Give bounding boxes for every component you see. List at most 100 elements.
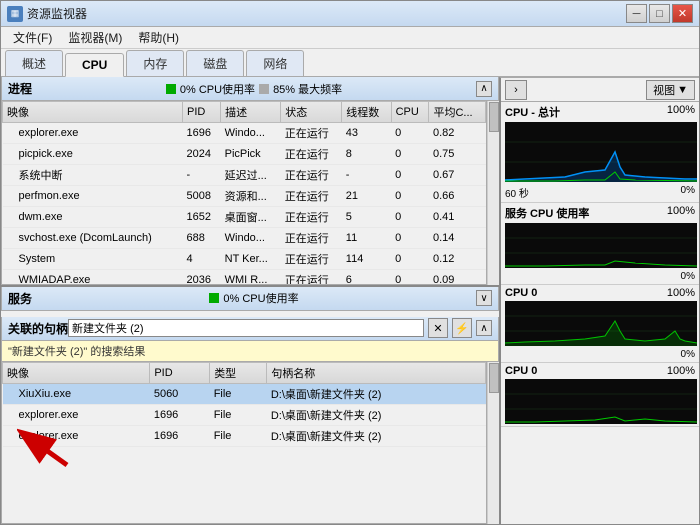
cpu-total-pct: 100%	[667, 104, 695, 120]
services-panel-status: 0% CPU使用率	[209, 290, 298, 306]
col-handle-pid[interactable]: PID	[150, 362, 210, 383]
handles-table-header: 映像 PID 类型 句柄名称	[3, 362, 486, 383]
col-handle-image[interactable]: 映像	[3, 362, 150, 383]
services-green-indicator	[209, 293, 219, 303]
process-table-header: 映像 PID 描述 状态 线程数 CPU 平均C...	[3, 102, 486, 123]
handles-scrollbar-thumb[interactable]	[489, 363, 499, 393]
handles-panel: 关联的句柄 ✕ ⚡ ∧ "新建文件夹 (2)" 的搜索结果	[1, 317, 499, 525]
service-cpu-section: 服务 CPU 使用率 100% 0%	[501, 203, 699, 285]
services-cpu-label: 0% CPU使用率	[223, 290, 298, 306]
table-row[interactable]: WMIADAP.exe2036WMI R...正在运行600.09	[3, 270, 486, 285]
window-title: 资源监视器	[27, 5, 626, 22]
cpu0-graph	[505, 301, 697, 346]
services-panel-title: 服务	[8, 290, 32, 307]
cpu0b-label: CPU 0 100%	[501, 363, 699, 379]
table-row[interactable]: 系统中断-延迟过...正在运行-00.67	[3, 165, 486, 186]
handles-panel-title: 关联的句柄	[8, 320, 68, 337]
tab-disk[interactable]: 磁盘	[186, 50, 244, 76]
tab-network[interactable]: 网络	[246, 50, 304, 76]
col-cpu[interactable]: CPU	[391, 102, 429, 123]
cpu-green-indicator	[166, 84, 176, 94]
tab-memory[interactable]: 内存	[126, 50, 184, 76]
menu-monitor[interactable]: 监视器(M)	[60, 27, 130, 48]
cpu-total-graph	[505, 122, 697, 182]
handles-table-area: 映像 PID 类型 句柄名称 XiuXiu.exe5060FileD:\桌面\新…	[1, 362, 499, 525]
titlebar-buttons: ─ □ ✕	[626, 4, 693, 23]
table-row[interactable]: explorer.exe1696FileD:\桌面\新建文件夹 (2)	[3, 425, 486, 446]
process-panel-header: 进程 0% CPU使用率 85% 最大频率 ∧	[1, 77, 499, 101]
services-collapse-button[interactable]: ∨	[476, 290, 492, 306]
close-button[interactable]: ✕	[672, 4, 693, 23]
handles-collapse-button[interactable]: ∧	[476, 320, 492, 336]
cpu-total-time: 60 秒	[505, 185, 529, 200]
view-button[interactable]: 视图 ▼	[646, 80, 695, 100]
col-handle-name[interactable]: 句柄名称	[267, 362, 486, 383]
content-area: 进程 0% CPU使用率 85% 最大频率 ∧ 映像	[1, 77, 699, 524]
search-clear-button[interactable]: ✕	[428, 318, 448, 338]
process-table-body: explorer.exe1696Windo...正在运行4300.82picpi…	[3, 123, 486, 285]
handles-search-input[interactable]	[68, 319, 424, 337]
table-row[interactable]: dwm.exe1652桌面窗...正在运行500.41	[3, 207, 486, 228]
cpu-total-label: CPU - 总计 100%	[501, 102, 699, 122]
max-freq-label: 85% 最大频率	[273, 81, 342, 97]
cpu-total-section: CPU - 总计 100%	[501, 102, 699, 203]
handles-table-body: XiuXiu.exe5060FileD:\桌面\新建文件夹 (2)explore…	[3, 383, 486, 446]
view-dropdown-icon: ▼	[677, 84, 688, 96]
process-collapse-button[interactable]: ∧	[476, 81, 492, 97]
maximize-button[interactable]: □	[649, 4, 670, 23]
process-table: 映像 PID 描述 状态 线程数 CPU 平均C... exp	[2, 101, 486, 285]
table-row[interactable]: XiuXiu.exe5060FileD:\桌面\新建文件夹 (2)	[3, 383, 486, 404]
process-scrollbar-thumb[interactable]	[489, 102, 499, 132]
titlebar: ▦ 资源监视器 ─ □ ✕	[1, 1, 699, 27]
col-threads[interactable]: 线程数	[342, 102, 391, 123]
col-avg-cpu[interactable]: 平均C...	[429, 102, 486, 123]
process-scrollbar[interactable]	[487, 101, 499, 285]
col-status[interactable]: 状态	[281, 102, 342, 123]
right-panel-header: › 视图 ▼	[501, 78, 699, 102]
process-panel-status: 0% CPU使用率 85% 最大频率	[166, 81, 342, 97]
app-icon: ▦	[7, 6, 23, 22]
service-cpu-zero: 0%	[681, 271, 695, 282]
table-row[interactable]: picpick.exe2024PicPick正在运行800.75	[3, 144, 486, 165]
process-panel: 进程 0% CPU使用率 85% 最大频率 ∧ 映像	[1, 77, 499, 287]
col-pid[interactable]: PID	[182, 102, 220, 123]
services-panel: 服务 0% CPU使用率 ∨	[1, 287, 499, 317]
service-cpu-pct: 100%	[667, 205, 695, 221]
col-image[interactable]: 映像	[3, 102, 183, 123]
cpu-total-footer: 60 秒 0%	[501, 184, 699, 202]
table-row[interactable]: explorer.exe1696Windo...正在运行4300.82	[3, 123, 486, 144]
cpu0-zero: 0%	[681, 349, 695, 360]
col-handle-type[interactable]: 类型	[210, 362, 267, 383]
handles-panel-header: 关联的句柄 ✕ ⚡ ∧	[1, 317, 499, 341]
services-panel-header: 服务 0% CPU使用率 ∨	[1, 287, 499, 311]
nav-back-button[interactable]: ›	[505, 80, 527, 100]
service-cpu-graph	[505, 223, 697, 268]
handles-table: 映像 PID 类型 句柄名称 XiuXiu.exe5060FileD:\桌面\新…	[2, 362, 486, 447]
tab-overview[interactable]: 概述	[5, 50, 63, 76]
table-row[interactable]: perfmon.exe5008资源和...正在运行2100.66	[3, 186, 486, 207]
tabbar: 概述 CPU 内存 磁盘 网络	[1, 49, 699, 77]
minimize-button[interactable]: ─	[626, 4, 647, 23]
cpu0b-graph	[505, 379, 697, 424]
left-panels: 进程 0% CPU使用率 85% 最大频率 ∧ 映像	[1, 77, 499, 524]
menu-file[interactable]: 文件(F)	[5, 27, 60, 48]
cpu0b-pct: 100%	[667, 365, 695, 377]
col-desc[interactable]: 描述	[221, 102, 281, 123]
tab-cpu[interactable]: CPU	[65, 53, 124, 77]
handles-scrollbar[interactable]	[487, 362, 499, 525]
right-panel: › 视图 ▼ CPU - 总计 100%	[499, 77, 699, 524]
menu-help[interactable]: 帮助(H)	[130, 27, 187, 48]
search-result-label: "新建文件夹 (2)" 的搜索结果	[1, 341, 499, 362]
main-window: ▦ 资源监视器 ─ □ ✕ 文件(F) 监视器(M) 帮助(H) 概述 CPU …	[0, 0, 700, 525]
table-row[interactable]: System4NT Ker...正在运行11400.12	[3, 249, 486, 270]
search-refresh-button[interactable]: ⚡	[452, 318, 472, 338]
menubar: 文件(F) 监视器(M) 帮助(H)	[1, 27, 699, 49]
cpu0-title: CPU 0	[505, 287, 537, 299]
freq-gray-indicator	[259, 84, 269, 94]
process-table-area: 映像 PID 描述 状态 线程数 CPU 平均C... exp	[1, 101, 499, 285]
process-panel-title: 进程	[8, 80, 32, 97]
process-table-container: 映像 PID 描述 状态 线程数 CPU 平均C... exp	[1, 101, 487, 285]
table-row[interactable]: svchost.exe (DcomLaunch)688Windo...正在运行1…	[3, 228, 486, 249]
cpu-total-zero: 0%	[681, 185, 695, 200]
table-row[interactable]: explorer.exe1696FileD:\桌面\新建文件夹 (2)	[3, 404, 486, 425]
